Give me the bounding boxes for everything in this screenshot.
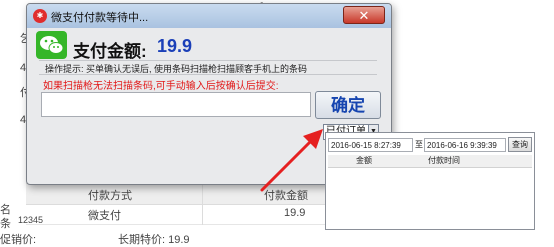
arrow-line — [260, 134, 318, 192]
annotation-arrow — [260, 129, 323, 192]
